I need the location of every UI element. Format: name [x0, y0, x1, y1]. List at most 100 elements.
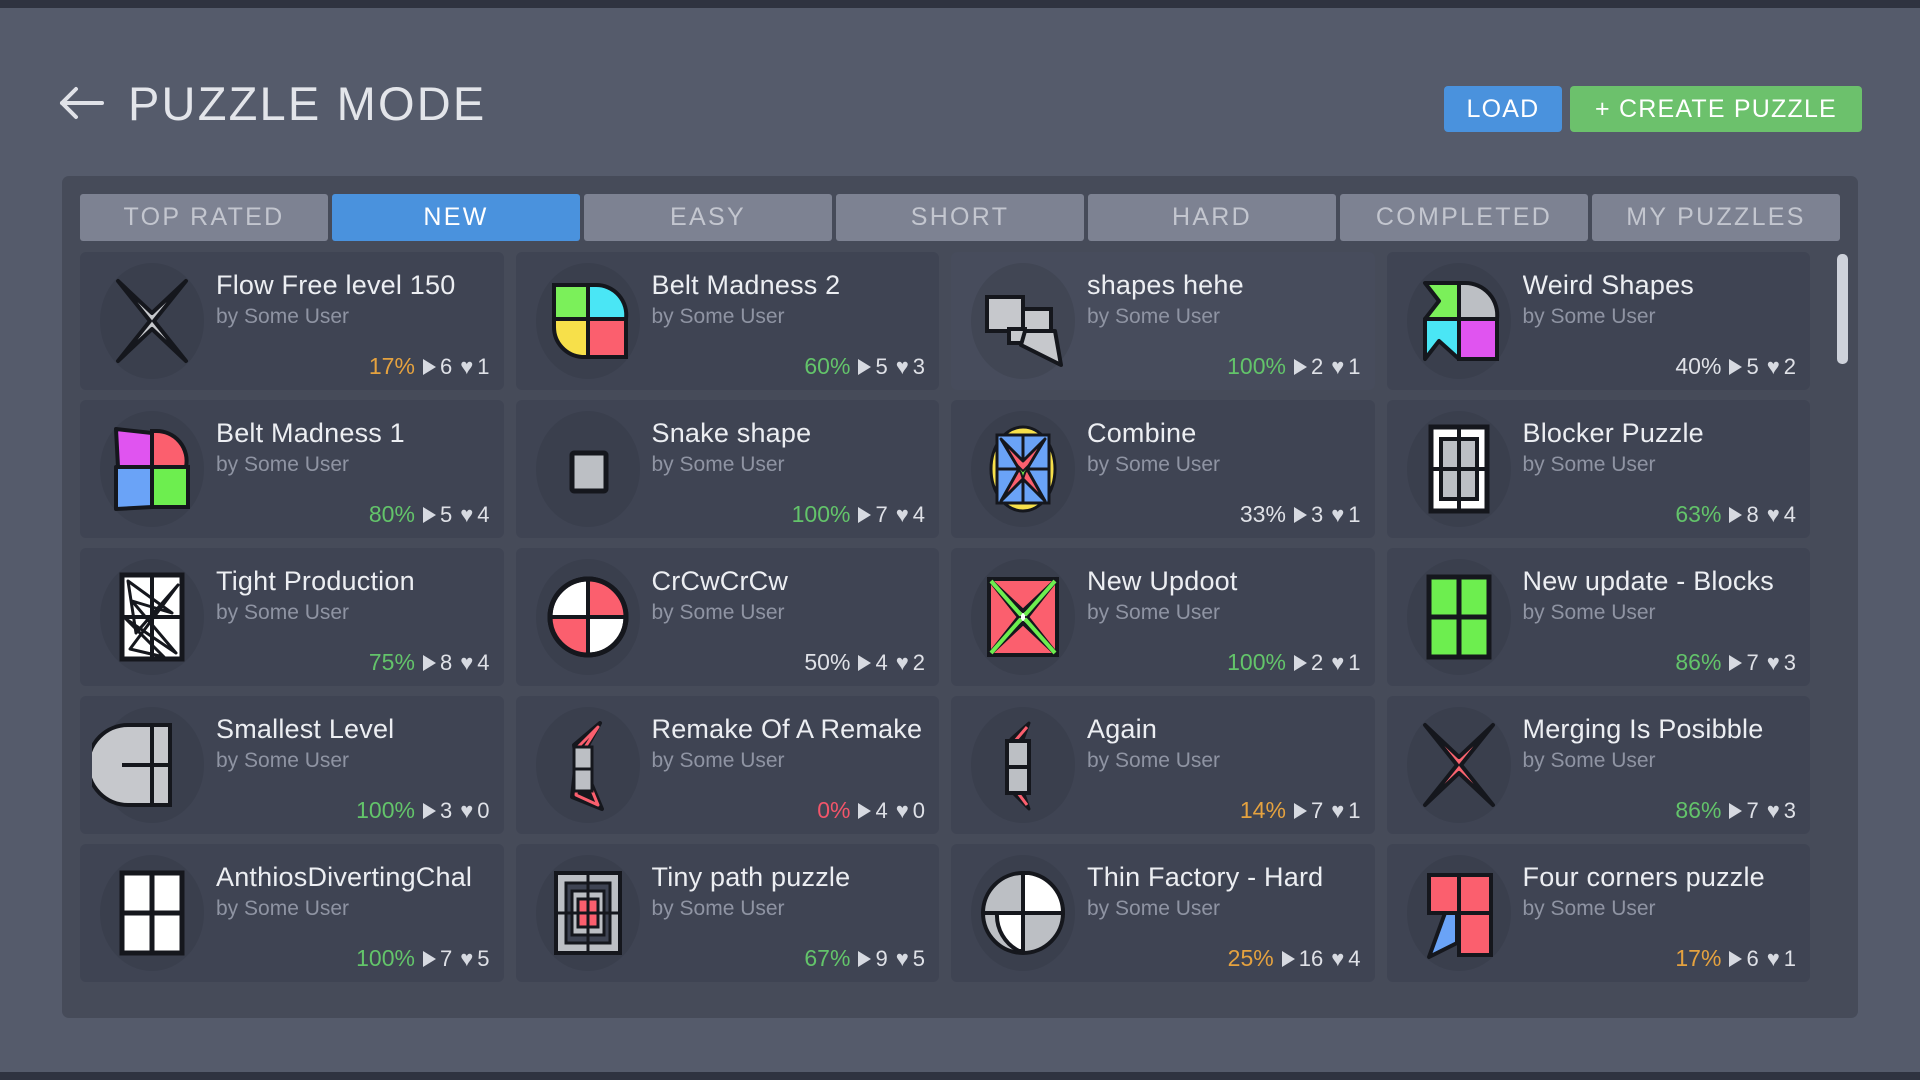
play-icon	[1729, 506, 1743, 523]
puzzle-author: by Some User	[651, 601, 785, 624]
completion-percent: 86%	[1675, 649, 1722, 675]
puzzle-card[interactable]: Four corners puzzle by Some User 17% 6 ♥ 1	[1386, 844, 1810, 982]
play-count-value: 3	[1310, 501, 1324, 527]
play-count: 4	[858, 798, 888, 824]
puzzle-stats: 75% 8 ♥ 4	[369, 649, 490, 676]
play-icon	[858, 506, 872, 523]
puzzle-card[interactable]: Flow Free level 150 by Some User 17% 6 ♥ 1	[80, 252, 504, 390]
play-icon	[858, 654, 872, 671]
like-count: ♥ 5	[460, 946, 489, 972]
like-count-value: 4	[1783, 501, 1796, 527]
puzzle-author: by Some User	[1522, 453, 1656, 476]
heart-icon: ♥	[1331, 945, 1345, 971]
puzzle-stats: 100% 7 ♥ 4	[792, 501, 925, 528]
play-icon	[422, 654, 436, 671]
like-count: ♥ 1	[1331, 502, 1360, 528]
tab-top-rated[interactable]: TOP RATED	[80, 194, 328, 241]
header-bar: PUZZLE MODE LOAD + CREATE PUZZLE	[0, 8, 1920, 158]
puzzle-stats: 86% 7 ♥ 3	[1675, 797, 1796, 824]
play-count-value: 5	[439, 501, 453, 527]
puzzle-card[interactable]: Weird Shapes by Some User 40% 5 ♥ 2	[1386, 252, 1810, 390]
puzzle-title: Again	[1087, 714, 1158, 744]
puzzle-author: by Some User	[1522, 749, 1656, 772]
puzzle-thumbnail	[1399, 705, 1519, 825]
puzzle-author: by Some User	[216, 453, 350, 476]
play-count-value: 7	[1746, 649, 1759, 675]
like-count-value: 1	[1783, 945, 1796, 971]
play-icon	[422, 802, 436, 819]
puzzle-card[interactable]: New update - Blocks by Some User 86% 7 ♥ 3	[1386, 548, 1810, 686]
puzzle-card[interactable]: shapes hehe by Some User 100% 2 ♥ 1	[951, 252, 1375, 390]
completion-percent: 100%	[1227, 353, 1286, 379]
completion-percent: 25%	[1227, 945, 1274, 971]
puzzle-card[interactable]: AnthiosDivertingChal by Some User 100% 7 ♥ 5	[80, 844, 504, 982]
puzzle-stats: 17% 6 ♥ 1	[1675, 945, 1796, 972]
puzzle-card[interactable]: Merging Is Posibble by Some User 86% 7 ♥ 3	[1386, 696, 1810, 834]
puzzle-card[interactable]: Snake shape by Some User 100% 7 ♥ 4	[515, 400, 939, 538]
play-count-value: 5	[1746, 353, 1759, 379]
puzzle-stats: 60% 5 ♥ 3	[804, 353, 925, 380]
play-icon	[1729, 950, 1743, 967]
puzzle-author: by Some User	[651, 749, 785, 772]
puzzle-stats: 0% 4 ♥ 0	[817, 797, 925, 824]
heart-icon: ♥	[895, 797, 909, 823]
puzzle-card[interactable]: Combine by Some User 33% 3 ♥ 1	[951, 400, 1375, 538]
puzzle-title: Blocker Puzzle	[1522, 418, 1704, 448]
heart-icon: ♥	[460, 649, 474, 675]
puzzle-card[interactable]: Thin Factory - Hard by Some User 25% 16 ♥ 4	[951, 844, 1375, 982]
puzzle-stats: 100% 7 ♥ 5	[356, 945, 489, 972]
tab-easy[interactable]: EASY	[584, 194, 832, 241]
puzzle-card[interactable]: Blocker Puzzle by Some User 63% 8 ♥ 4	[1386, 400, 1810, 538]
tab-short[interactable]: SHORT	[836, 194, 1084, 241]
like-count: ♥ 4	[460, 502, 489, 528]
puzzle-stats: 67% 9 ♥ 5	[804, 945, 925, 972]
puzzle-author: by Some User	[1087, 749, 1221, 772]
puzzle-grid-scrollbar[interactable]	[1836, 252, 1848, 1000]
play-count: 7	[1729, 649, 1759, 676]
tab-my-puzzles[interactable]: MY PUZZLES	[1592, 194, 1840, 241]
load-button[interactable]: LOAD	[1444, 86, 1562, 132]
tab-new[interactable]: NEW	[332, 194, 580, 241]
puzzle-card[interactable]: Again by Some User 14% 7 ♥ 1	[951, 696, 1375, 834]
arrow-left-icon[interactable]	[58, 86, 104, 120]
completion-percent: 14%	[1239, 797, 1286, 823]
heart-icon: ♥	[1766, 649, 1780, 675]
play-count: 7	[422, 946, 452, 972]
play-count: 5	[858, 354, 888, 380]
play-count-value: 3	[439, 797, 453, 823]
play-icon	[1293, 358, 1307, 375]
like-count-value: 5	[477, 945, 490, 971]
heart-icon: ♥	[1766, 501, 1780, 527]
puzzle-card[interactable]: New Updoot by Some User 100% 2 ♥ 1	[951, 548, 1375, 686]
heart-icon: ♥	[460, 501, 474, 527]
puzzle-title: Combine	[1087, 418, 1197, 448]
puzzle-author: by Some User	[1087, 601, 1221, 624]
puzzle-card[interactable]: Smallest Level by Some User 100% 3 ♥ 0	[80, 696, 504, 834]
heart-icon: ♥	[1766, 797, 1780, 823]
play-count-value: 2	[1310, 649, 1324, 675]
puzzle-title: New Updoot	[1087, 566, 1238, 596]
puzzle-card[interactable]: Remake Of A Remake by Some User 0% 4 ♥ 0	[515, 696, 939, 834]
like-count-value: 1	[1348, 353, 1361, 379]
play-count-value: 7	[875, 501, 888, 527]
like-count-value: 1	[1348, 501, 1361, 527]
create-puzzle-button[interactable]: + CREATE PUZZLE	[1570, 86, 1862, 132]
puzzle-title: shapes hehe	[1087, 270, 1244, 300]
puzzle-thumbnail	[963, 409, 1083, 529]
puzzle-card[interactable]: Tiny path puzzle by Some User 67% 9 ♥ 5	[515, 844, 939, 982]
play-count: 7	[1293, 798, 1323, 824]
play-icon	[422, 506, 436, 523]
play-count: 5	[1729, 353, 1759, 380]
puzzle-card[interactable]: Belt Madness 1 by Some User 80% 5 ♥ 4	[80, 400, 504, 538]
tab-hard[interactable]: HARD	[1088, 194, 1336, 241]
tab-completed[interactable]: COMPLETED	[1340, 194, 1588, 241]
play-count: 3	[422, 797, 453, 824]
puzzle-card[interactable]: Belt Madness 2 by Some User 60% 5 ♥ 3	[515, 252, 939, 390]
puzzle-card[interactable]: CrCwCrCw by Some User 50% 4 ♥ 2	[515, 548, 939, 686]
completion-percent: 50%	[804, 649, 851, 675]
puzzle-stats: 40% 5 ♥ 2	[1675, 353, 1796, 380]
puzzle-card[interactable]: Tight Production by Some User 75% 8 ♥ 4	[80, 548, 504, 686]
puzzle-thumbnail	[528, 853, 648, 973]
like-count-value: 3	[912, 353, 925, 379]
scrollbar-thumb[interactable]	[1837, 254, 1848, 364]
